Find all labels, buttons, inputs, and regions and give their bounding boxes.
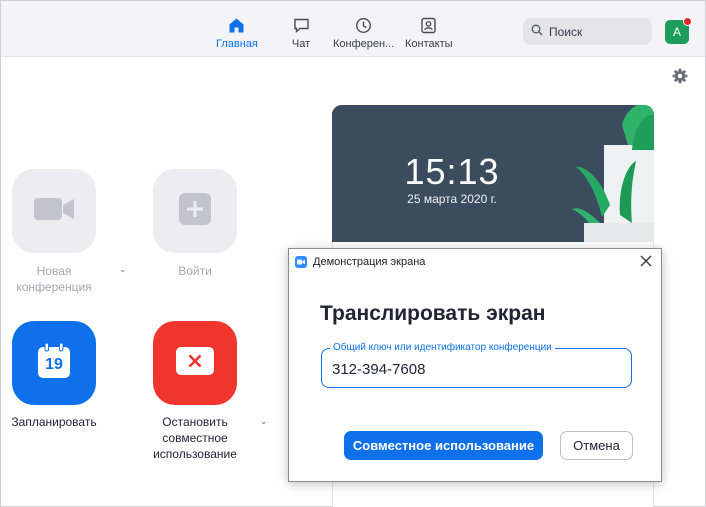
dialog-title: Демонстрация экрана	[313, 256, 426, 268]
plus-icon	[177, 191, 213, 232]
search-input[interactable]: Поиск	[523, 18, 652, 45]
nav-tab-label: Главная	[216, 38, 258, 50]
new-meeting-options-chevron-down-icon[interactable]: ⌄	[119, 264, 127, 275]
schedule-label: Запланировать	[11, 415, 97, 429]
join-label: Войти	[178, 264, 212, 278]
home-icon	[227, 15, 247, 35]
new-meeting-label: Новая конференция	[16, 264, 92, 294]
search-placeholder: Поиск	[549, 24, 583, 39]
zoom-main-window: Главная Чат Конферен... Контакты Поиск A…	[0, 0, 706, 507]
new-meeting-button[interactable]	[12, 169, 96, 253]
chat-icon	[291, 15, 311, 35]
stop-share-label: Остановить совместное использование	[153, 415, 237, 461]
nav-tab-label: Чат	[291, 38, 311, 50]
dialog-titlebar: Демонстрация экрана	[289, 249, 661, 275]
avatar[interactable]: A	[665, 17, 692, 44]
stop-share-button[interactable]	[153, 321, 237, 405]
meeting-id-value: 312-394-7608	[332, 361, 426, 378]
nav-tab-chat[interactable]: Чат	[291, 15, 311, 50]
clock-card: 15:13 25 марта 2020 г.	[332, 105, 654, 242]
stop-share-options-chevron-down-icon[interactable]: ⌄	[260, 416, 268, 427]
dialog-heading: Транслировать экран	[320, 302, 546, 325]
share-button[interactable]: Совместное использование	[344, 431, 543, 460]
settings-gear-icon[interactable]	[672, 68, 688, 84]
nav-tab-home[interactable]: Главная	[216, 15, 258, 50]
nav-tab-label: Конферен...	[333, 38, 395, 50]
zoom-logo-icon	[295, 256, 307, 268]
dialog-close-icon[interactable]	[639, 254, 653, 268]
top-navigation-bar: Главная Чат Конферен... Контакты Поиск A	[1, 1, 705, 57]
search-icon	[531, 23, 543, 41]
cancel-button[interactable]: Отмена	[560, 431, 633, 460]
video-camera-icon	[32, 195, 76, 228]
share-screen-dialog: Демонстрация экрана Транслировать экран …	[288, 248, 662, 482]
join-button[interactable]	[153, 169, 237, 253]
clock-time: 15:13	[404, 151, 500, 192]
clock-date: 25 марта 2020 г.	[407, 192, 497, 206]
nav-tab-contacts[interactable]: Контакты	[405, 15, 453, 50]
contacts-icon	[419, 15, 439, 35]
nav-tab-meetings[interactable]: Конферен...	[333, 15, 394, 50]
nav-tab-label: Контакты	[405, 38, 453, 50]
avatar-initial: A	[672, 25, 681, 39]
meeting-id-field-label: Общий ключ или идентификатор конференции	[330, 342, 555, 353]
clock-icon	[354, 15, 374, 35]
notification-badge	[683, 17, 692, 26]
calendar-day-number: 19	[45, 356, 63, 373]
close-screen-icon	[175, 346, 215, 381]
meeting-id-input[interactable]: Общий ключ или идентификатор конференции…	[321, 342, 632, 388]
